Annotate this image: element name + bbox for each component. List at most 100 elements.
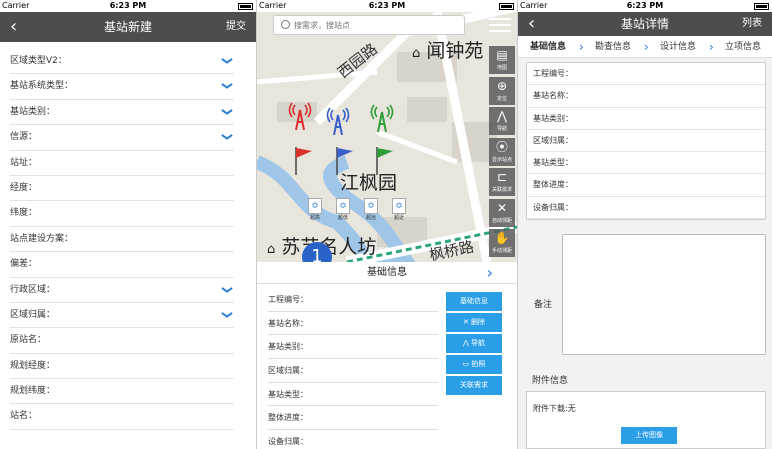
detail-info-row: 基站类型：	[527, 152, 765, 175]
auto-measure-icon: ✕	[496, 200, 508, 215]
form-row[interactable]: 规划纬度：	[10, 379, 234, 405]
chevron-down-icon[interactable]	[222, 312, 232, 318]
legend-near-icon: ≎	[392, 198, 406, 214]
panel-info-row: 基站类别：	[268, 335, 438, 360]
delete-button[interactable]: ✕ 删除	[446, 313, 502, 332]
chevron-down-icon[interactable]	[222, 287, 232, 293]
form-label: 原站名：	[10, 335, 47, 346]
form-label: 信源：	[10, 132, 38, 143]
list-button[interactable]: 列表	[742, 12, 762, 36]
map-view[interactable]: 西园路 ⌂ 闻钟苑 江枫园 ⌂ 苏艺名人坊 枫桥路	[257, 12, 517, 262]
toolbar-button[interactable]: ✕ 自动测距	[489, 198, 515, 227]
submit-button[interactable]: 提交	[226, 12, 246, 42]
form-row[interactable]: 原站名：	[10, 328, 234, 354]
note-textarea[interactable]	[562, 234, 766, 355]
form-row[interactable]: 纬度：	[10, 201, 234, 227]
chevron-down-icon[interactable]	[222, 109, 232, 115]
form-row[interactable]: 站点建设方案：	[10, 227, 234, 253]
panel-header[interactable]: 基础信息 ›	[257, 262, 517, 284]
toolbar-button[interactable]: ⊏ 关联需求	[489, 168, 515, 196]
tab-3[interactable]: 立项信息	[725, 36, 761, 58]
legend-low-icon: ≎	[336, 198, 350, 214]
form-row[interactable]: 规划经度：	[10, 354, 234, 380]
legend-item[interactable]: ≎ 超远	[361, 198, 381, 221]
form-row[interactable]: 区域归属：	[10, 303, 234, 329]
toolbar-button[interactable]: ⊕ 定位	[489, 76, 515, 105]
toolbar-button[interactable]: ▤ 地图	[489, 46, 515, 74]
status-time: 6:23 PM	[368, 1, 406, 10]
detail-info-row: 整体进度：	[527, 174, 765, 197]
form-row[interactable]: 偏差：	[10, 252, 234, 278]
detail-info-row: 区域归属：	[527, 130, 765, 153]
signal-tower-green-icon[interactable]	[369, 104, 395, 132]
chevron-down-icon[interactable]	[222, 134, 232, 140]
new-station-form: 区域类型V2： 基站系统类型： 基站类别： 信源： 站址： 经度： 纬度： 站点建设方案： 偏差…	[0, 42, 256, 430]
panel-info-row: 设备归属：	[268, 430, 438, 449]
tab-0[interactable]: 基础信息	[530, 36, 566, 58]
form-label: 基站类别：	[10, 106, 56, 117]
manual-measure-icon: ✋	[494, 231, 510, 245]
status-time: 6:23 PM	[109, 1, 147, 10]
form-row[interactable]: 信源：	[10, 125, 234, 151]
nav-bar: ‹ 基站详情 列表	[518, 12, 772, 36]
search-icon	[281, 20, 290, 29]
signal-tower-red-icon[interactable]	[287, 102, 313, 130]
poi-top-text: 闻钟苑	[426, 40, 484, 62]
toolbar-button[interactable]: ⋀ 导航	[489, 107, 515, 135]
upload-image-button[interactable]: 上传图像	[621, 427, 677, 444]
toolbar-button[interactable]: ✋ 手动测距	[489, 229, 515, 257]
menu-icon[interactable]	[485, 15, 515, 35]
show-sites-icon: ⦿	[495, 139, 508, 154]
status-time: 6:23 PM	[626, 1, 664, 10]
panel-info-row: 基站类型：	[268, 383, 438, 407]
signal-tower-blue-icon[interactable]	[325, 107, 351, 135]
basic-info-button[interactable]: 基础信息	[446, 292, 502, 311]
legend-far-icon: ≎	[364, 198, 378, 214]
info-panel: 基础信息 › 工程编号： 基站名称： 基站类别： 区域归属： 基站类型： 整体进度： 设备归…	[257, 262, 517, 449]
chevron-right-icon[interactable]: ›	[487, 262, 493, 284]
flag-blue-icon[interactable]	[333, 145, 355, 175]
attachment-title: 附件信息	[532, 376, 569, 386]
flag-red-icon[interactable]	[292, 145, 314, 175]
panel-info-list: 工程编号： 基站名称： 基站类别： 区域归属： 基站类型： 整体进度： 设备归属：	[268, 288, 438, 449]
toolbar-button[interactable]: ⦿ 显示站点	[489, 137, 515, 166]
legend-item[interactable]: ≎ 超低	[333, 198, 353, 221]
legend-label: 超近	[393, 215, 404, 221]
button-label: 导航	[470, 339, 485, 347]
toolbar-label: 定位	[496, 95, 507, 102]
panel-info-row: 基站名称：	[268, 312, 438, 336]
detail-info-row: 基站类别：	[527, 108, 765, 130]
delete-icon: ✕	[462, 318, 472, 326]
form-row[interactable]: 区域类型V2：	[10, 49, 234, 75]
panel-actions: 基础信息 ✕ 删除 ⋀ 导航 ▭ 拍照关联需求	[446, 292, 502, 397]
detail-info-card: 工程编号： 基站名称： 基站类别： 区域归属： 基站类型： 整体进度： 设备归属：	[526, 62, 766, 221]
link-demand-button[interactable]: 关联需求	[446, 376, 502, 395]
chevron-down-icon[interactable]	[222, 83, 232, 89]
flag-green-icon[interactable]	[373, 145, 395, 175]
map-search-input[interactable]	[294, 18, 454, 32]
form-row[interactable]: 站址：	[10, 151, 234, 176]
screen-new-station: Carrier 6:23 PM ‹ 基站新建 提交 区域类型V2： 基站系统类型：…	[0, 0, 257, 449]
form-row[interactable]: 基站类别：	[10, 100, 234, 126]
toolbar-label: 显示站点	[491, 156, 512, 163]
legend-label: 超高	[309, 215, 320, 221]
legend-item[interactable]: ≎ 超高	[305, 198, 325, 221]
toolbar-label: 手动测距	[491, 248, 512, 254]
tab-1[interactable]: 勘查信息	[595, 36, 631, 58]
form-label: 规划纬度：	[10, 386, 56, 397]
legend-item[interactable]: ≎ 超近	[389, 198, 409, 221]
chevron-right-icon: ›	[644, 40, 649, 54]
chevron-right-icon: ›	[579, 40, 584, 54]
map-search-bar[interactable]	[273, 15, 465, 35]
form-row[interactable]: 基站系统类型：	[10, 74, 234, 100]
form-row[interactable]: 经度：	[10, 176, 234, 202]
form-row[interactable]: 站名：	[10, 404, 234, 430]
form-row[interactable]: 行政区域：	[10, 278, 234, 303]
form-label: 站名：	[10, 411, 38, 422]
tab-2[interactable]: 设计信息	[660, 36, 696, 58]
battery-icon	[499, 3, 514, 10]
chevron-down-icon[interactable]	[222, 58, 232, 64]
page-title: 基站新建	[103, 20, 152, 34]
photo-button[interactable]: ▭ 拍照	[446, 355, 502, 374]
navigate-button[interactable]: ⋀ 导航	[446, 334, 502, 353]
